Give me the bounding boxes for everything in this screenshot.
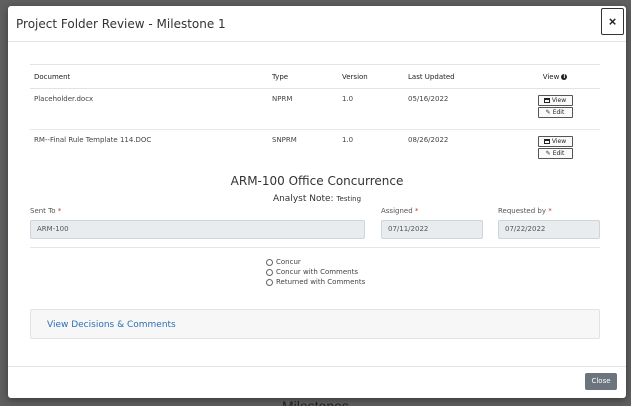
assigned-label-text: Assigned [381,207,413,215]
cell-last-updated: 05/16/2022 [404,88,510,130]
radio-option-concur-with-comments[interactable]: Concur with Comments [266,267,365,277]
pencil-icon: ✎ [545,150,551,157]
view-button-label: View [551,138,567,145]
radio-option-returned-with-comments[interactable]: Returned with Comments [266,277,365,287]
table-row: RM--Final Rule Template 114.DOC SNPRM 1.… [30,130,600,171]
header-view-label: View [542,72,560,81]
radio-label: Concur [276,258,301,266]
project-folder-review-modal: Project Folder Review - Milestone 1 × Do… [8,6,626,398]
view-button-label: View [551,97,567,104]
window-icon [543,139,550,144]
header-last-updated: Last Updated [404,64,510,89]
radio-button[interactable] [266,258,273,266]
header-document: Document [30,64,268,89]
cell-document: RM--Final Rule Template 114.DOC [34,136,152,144]
view-button[interactable]: View [537,95,573,106]
footer-divider [8,366,626,367]
close-x-button[interactable]: × [601,8,624,35]
analyst-note: Analyst Note: Testing [8,194,626,204]
edit-button-label: Edit [552,109,565,116]
requested-by-label: Requested by * [498,207,552,215]
assigned-date-field[interactable]: 07/11/2022 [381,220,483,239]
header-view: View i [510,64,600,89]
backdrop-heading: Milestones [282,398,349,406]
documents-table: Document Type Version Last Updated View i… [30,64,600,171]
radio-label: Concur with Comments [276,268,359,276]
cell-version: 1.0 [342,136,354,144]
required-marker: * [57,207,62,215]
analyst-note-value: Testing [336,195,362,203]
modal-header: Project Folder Review - Milestone 1 × [8,6,626,42]
decisions-panel: View Decisions & Comments [30,309,600,339]
radio-button[interactable] [266,268,273,276]
cell-document: Placeholder.docx [30,88,268,130]
analyst-note-label: Analyst Note: [272,194,334,204]
close-button[interactable]: Close [585,373,617,390]
required-marker: * [548,207,552,215]
cell-actions: View ✎ Edit [510,88,600,130]
radio-button[interactable] [266,278,273,286]
header-version: Version [338,64,404,89]
sent-to-field[interactable]: ARM-100 [30,220,365,239]
modal-title: Project Folder Review - Milestone 1 [16,17,226,31]
header-type: Type [268,64,338,89]
table-header-row: Document Type Version Last Updated View i [30,64,600,89]
view-decisions-link[interactable]: View Decisions & Comments [47,320,176,330]
divider [30,247,600,248]
cell-type: SNPRM [272,136,297,144]
requested-by-label-text: Requested by [498,207,546,215]
requested-by-field[interactable]: 07/22/2022 [498,220,600,239]
window-icon [543,98,550,103]
pencil-icon: ✎ [545,109,551,116]
assigned-label: Assigned * [381,207,418,215]
edit-button[interactable]: ✎ Edit [537,148,573,159]
edit-button-label: Edit [552,150,565,157]
cell-type: NPRM [268,88,338,130]
view-button[interactable]: View [537,136,573,147]
info-icon[interactable]: i [561,73,568,80]
table-row: Placeholder.docx NPRM 1.0 05/16/2022 Vie… [30,88,600,130]
sent-to-label: Sent To * [30,207,61,215]
decision-radio-group: Concur Concur with Comments Returned wit… [266,257,365,287]
cell-version: 1.0 [338,88,404,130]
edit-button[interactable]: ✎ Edit [537,107,573,118]
concurrence-title: ARM-100 Office Concurrence [230,174,404,188]
radio-label: Returned with Comments [276,278,366,286]
cell-actions: View ✎ Edit [510,130,600,171]
cell-last-updated: 08/26/2022 [408,136,449,144]
required-marker: * [414,207,419,215]
radio-option-concur[interactable]: Concur [266,257,365,267]
sent-to-label-text: Sent To [30,207,56,215]
